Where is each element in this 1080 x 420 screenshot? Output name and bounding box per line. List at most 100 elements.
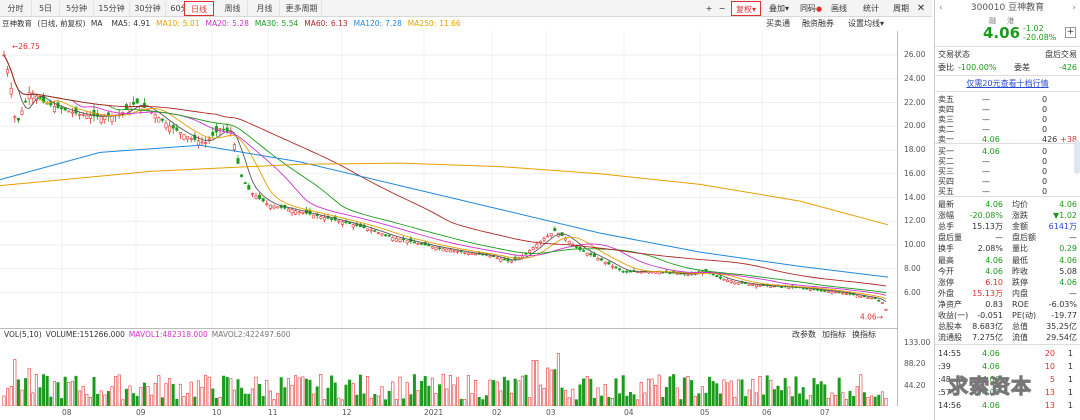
stat-label: 总值 — [1012, 322, 1028, 332]
time-tick-label: 09 — [136, 408, 146, 417]
stat-row: 涨幅 -20.08% 涨跌 ▼1.02 — [938, 210, 1077, 221]
ma-legend-label: MA10: — [156, 19, 180, 28]
volume-legend-item: MAVOL2:422497.600 — [211, 330, 291, 339]
ma-legend-value: 11.66 — [439, 19, 461, 28]
tab-monthly[interactable]: 月线 — [250, 1, 280, 16]
tongma-button[interactable]: 同码● — [798, 1, 824, 16]
stat-value: -0.051 — [977, 311, 1003, 320]
stat-row: 最高 4.06 最低 4.06 — [938, 255, 1077, 266]
set-ma-label: 设置均线 — [848, 19, 880, 28]
tick-volume: 10 — [1044, 362, 1055, 371]
fuquan-button[interactable]: 复权▾ — [731, 1, 761, 16]
overlay-button[interactable]: 叠加▾ — [764, 1, 794, 16]
add-indicator-button[interactable]: 加指标 — [822, 330, 846, 340]
tick-count: 1 — [1067, 401, 1073, 410]
stat-value: 4.06 — [1059, 277, 1077, 287]
change-params-button[interactable]: 改参数 — [792, 330, 816, 340]
link-set-ma[interactable]: 设置均线▾ — [848, 18, 884, 30]
stat-label: 均价 — [1012, 200, 1028, 209]
stat-label: 盘后额 — [1012, 233, 1036, 243]
tab-5min[interactable]: 5分钟 — [60, 1, 94, 16]
weicha-label: 委差 — [1014, 63, 1030, 72]
zoom-in-button[interactable]: + — [703, 1, 715, 16]
stat-value: 6.10 — [985, 277, 1003, 287]
stat-label: 涨停 — [938, 277, 954, 287]
stat-label: 外盘 — [938, 288, 954, 298]
tab-daily[interactable]: 日线 — [184, 1, 214, 16]
link-margin-trading[interactable]: 融资融券 — [802, 18, 834, 30]
scroll-handle[interactable] — [1074, 140, 1080, 174]
stat-row: 净资产 0.83 ROE -6.03% — [938, 299, 1077, 310]
stat-label: 总手 — [938, 222, 954, 232]
ma-legend-label: MA250: — [407, 19, 437, 28]
tab-fenshi[interactable]: 分时 — [0, 1, 32, 16]
stat-row: 总股本 8.683亿 总值 35.25亿 — [938, 321, 1077, 332]
stat-value: 2.08% — [977, 244, 1003, 254]
ma-legend-value: 5.54 — [281, 19, 299, 28]
ma-legend-value: 7.28 — [385, 19, 402, 28]
status-label: 交易状态 — [938, 50, 970, 59]
stat-label: 涨幅 — [938, 211, 954, 221]
ma-legend-item: MA5: 4.91 — [112, 19, 154, 28]
price-change-pct: -20.08% — [1023, 33, 1057, 42]
weibi-value: -100.00% — [958, 63, 997, 72]
cycle-button[interactable]: 周期 — [890, 1, 912, 16]
chart-mode-label: (日线, 前复权) — [37, 19, 86, 28]
tick-count: 1 — [1067, 375, 1073, 384]
ma-legend-label: MA30: — [254, 19, 279, 28]
chart-frame — [0, 31, 898, 406]
close-icon[interactable]: ✕ — [913, 1, 929, 16]
add-watchlist-button[interactable]: + — [1065, 27, 1076, 38]
time-tick-label: 07 — [820, 408, 830, 417]
stat-label: 流值 — [1012, 333, 1028, 343]
ma-legend-value: 4.91 — [133, 19, 151, 28]
stat-value: 35.25亿 — [1046, 322, 1077, 332]
stat-label: 换手 — [938, 244, 954, 254]
price-tick-label: 16.00 — [904, 168, 926, 178]
stat-label: 涨跌 — [1012, 211, 1028, 221]
stat-label: 昨收 — [1012, 266, 1028, 276]
tab-15min[interactable]: 15分钟 — [94, 1, 130, 16]
tab-more-periods[interactable]: 更多周期 — [282, 1, 322, 16]
stat-value: ▼1.02 — [1053, 211, 1077, 221]
ma-legend-item: MA10: 5.01 — [156, 19, 202, 28]
ma-legend-label: MA — [90, 19, 103, 28]
stat-row: 涨停 6.10 跌停 4.06 — [938, 277, 1077, 288]
next-arrow-icon[interactable]: › — [1072, 3, 1076, 13]
time-tick-label: 11 — [268, 408, 278, 417]
link-maimaitong[interactable]: 买卖通 — [766, 18, 790, 30]
weibi-label: 委比 — [938, 63, 954, 72]
tab-weekly[interactable]: 周线 — [218, 1, 248, 16]
time-tick-label: 02 — [492, 408, 502, 417]
stat-row: 盘后量 — 盘后额 — — [938, 232, 1077, 243]
tick-row: 14:55 4.06 20 1 — [938, 348, 1077, 359]
statistics-button[interactable]: 统计 — [860, 1, 882, 16]
period-toolbar: 分时 5日 5分钟 15分钟 30分钟 60分钟 日线 周线 月线 更多周期 +… — [0, 0, 932, 17]
tab-30min[interactable]: 30分钟 — [130, 1, 166, 16]
stat-label: 最低 — [1012, 255, 1028, 265]
time-tick-label: 06 — [762, 408, 772, 417]
chevron-down-icon: ▾ — [784, 4, 789, 13]
price-tick-label: 20.00 — [904, 121, 926, 131]
draw-line-button[interactable]: 画线 — [828, 1, 850, 16]
stat-label: PE(动) — [1012, 311, 1037, 320]
red-dot-icon: ● — [815, 5, 823, 13]
stock-name-label: 豆神教育 — [2, 19, 32, 28]
status-row: 交易状态 盘后交易 — [938, 49, 1077, 60]
price-tick-label: 10.00 — [904, 240, 926, 249]
time-tick-label: 2021 — [424, 408, 444, 417]
tick-count: 1 — [1067, 349, 1073, 358]
stat-label: 今开 — [938, 266, 954, 276]
stat-value: 15.13万 — [972, 288, 1003, 298]
tick-time: 14:56 — [938, 401, 962, 410]
time-tick-label: 08 — [62, 408, 72, 417]
ten-level-link[interactable]: 仅需20元查看十档行情 — [938, 78, 1077, 89]
tab-5day[interactable]: 5日 — [32, 1, 60, 16]
change-block: -1.02 -20.08% — [1023, 24, 1056, 42]
prev-arrow-icon[interactable]: ‹ — [939, 3, 943, 13]
switch-indicator-button[interactable]: 换指标 — [852, 330, 876, 340]
price-change: -1.02 — [1023, 24, 1044, 33]
tick-volume: 13 — [1044, 401, 1055, 410]
volume-tick-label: 88.20 — [904, 359, 926, 368]
zoom-out-button[interactable]: − — [716, 1, 728, 16]
